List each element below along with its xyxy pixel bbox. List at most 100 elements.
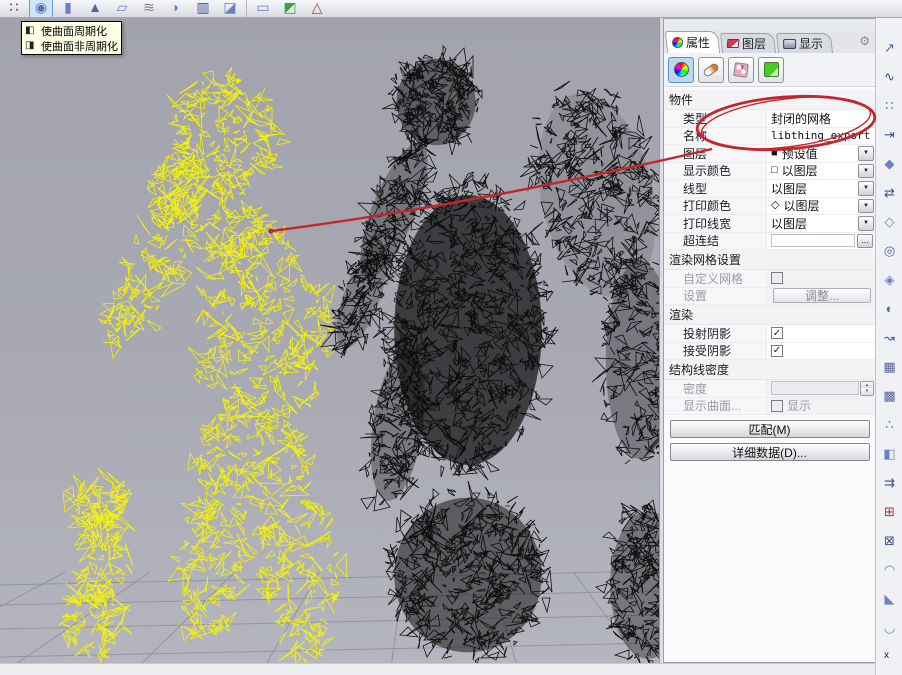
draft-angle-tool-icon[interactable]: △ — [305, 0, 329, 18]
print-width-combobox[interactable]: 以图层 — [766, 215, 857, 232]
dense-grid-tool-icon[interactable]: ▩ — [878, 384, 901, 407]
control-points-grid-tool-icon[interactable]: ∷ — [2, 0, 26, 18]
flip-surface-tool-icon[interactable]: ▱ — [110, 0, 134, 18]
row-display-color: 显示颜色 □ 以图层 ▼ — [664, 163, 875, 181]
adjust-button[interactable]: 调整... — [773, 288, 871, 303]
make-surface-periodic-icon: ◧ — [25, 25, 38, 36]
name-label: 名称 — [664, 128, 766, 145]
cast-shadows-checkbox[interactable]: ✓ — [771, 327, 783, 339]
blob-surface-tool-icon[interactable]: ◗ — [164, 0, 188, 18]
layer-color-swatch: ■ — [771, 148, 778, 159]
density-input[interactable] — [771, 381, 859, 395]
toolbar-close-icon[interactable]: x — [884, 650, 889, 661]
print-color-combobox[interactable]: ◇ 以图层 — [766, 198, 857, 215]
gear-icon[interactable]: ⚙ — [859, 34, 870, 48]
toolbar-separator — [246, 0, 247, 18]
sphere-points-tool-icon[interactable]: ◎ — [878, 239, 901, 262]
texture-mapping-view-button[interactable] — [728, 57, 754, 83]
row-settings: 设置 调整... — [664, 288, 875, 306]
bend-surface-tool-icon[interactable]: ◪ — [218, 0, 242, 18]
selected-mesh-yellow[interactable] — [59, 67, 347, 663]
diamond-surface-tool-icon[interactable]: ◇ — [878, 210, 901, 233]
object-properties-view-button[interactable] — [668, 57, 694, 83]
receive-shadows-checkbox[interactable]: ✓ — [771, 345, 783, 357]
plane-trim-tool-icon[interactable]: ◐ — [878, 297, 901, 320]
material-view-button[interactable] — [698, 57, 724, 83]
display-color-combobox[interactable]: □ 以图层 — [766, 163, 857, 180]
name-value[interactable]: libthing_export — [766, 128, 875, 145]
linked-frames-tool-icon[interactable]: ⊞ — [878, 500, 901, 523]
hyperlink-input[interactable] — [771, 234, 855, 247]
layer-dropdown-arrow[interactable]: ▼ — [858, 146, 874, 161]
notes-view-button[interactable] — [758, 57, 784, 83]
analysis-rainbow-tool-icon[interactable]: ◩ — [278, 0, 302, 18]
density-spinner[interactable]: ▴ ▾ — [860, 381, 874, 396]
section-render-mesh-label: 渲染网格设置 — [669, 251, 741, 268]
arrows-through-tool-icon[interactable]: ⇉ — [878, 471, 901, 494]
loft-surface-tool-icon[interactable]: ◣ — [878, 587, 901, 610]
stacked-panels-tool-icon[interactable]: ▥ — [191, 0, 215, 18]
tab-display[interactable]: 显示 — [776, 33, 833, 53]
match-button[interactable]: 匹配(M) — [670, 420, 870, 438]
row-print-width: 打印线宽 以图层 ▼ — [664, 215, 875, 233]
render-mesh-tool-icon[interactable]: ≋ — [137, 0, 161, 18]
extend-surface-tool-icon[interactable]: ⇥ — [878, 123, 901, 146]
curve-edit-tool-icon[interactable]: ∿ — [878, 65, 901, 88]
dashed-plane-tool-icon[interactable]: ▭ — [251, 0, 275, 18]
display-color-dropdown-arrow[interactable]: ▼ — [858, 164, 874, 179]
sweep-surface-tool-icon[interactable]: ◡ — [878, 616, 901, 639]
cast-shadows-label: 投射阴影 — [664, 325, 766, 342]
custom-mesh-checkbox[interactable] — [771, 272, 783, 284]
perspective-viewport[interactable] — [0, 18, 659, 663]
right-toolbar: ↗ ∿ ∷ ⇥ ◆ ⇄ ◇ ◎ ◈ ◐ ↝ ▦ ▩ ∴ ◧ ⇉ ⊞ ⊠ ◠ ◣ ◡ x — [875, 18, 902, 675]
properties-tab-icon — [672, 37, 683, 48]
crossed-frame-tool-icon[interactable]: ⊠ — [878, 529, 901, 552]
settings-value: 调整... — [766, 288, 875, 305]
linetype-dropdown-arrow[interactable]: ▼ — [858, 181, 874, 196]
spinner-down-icon[interactable]: ▾ — [861, 388, 873, 395]
section-object: 物件 — [664, 90, 875, 110]
patch-points-tool-icon[interactable]: ▲ — [83, 0, 107, 18]
half-plane-tool-icon[interactable]: ◧ — [878, 442, 901, 465]
texture-icon — [733, 62, 749, 78]
status-bar — [0, 663, 875, 675]
duplicate-squares-tool-icon[interactable]: ∷ — [878, 94, 901, 117]
viewport-canvas[interactable] — [0, 18, 659, 663]
show-surface-value: 显示 — [766, 398, 875, 415]
details-button[interactable]: 详细数据(D)... — [670, 443, 870, 461]
curve-on-surface-tool-icon[interactable]: ↝ — [878, 326, 901, 349]
unselected-mesh-black[interactable] — [320, 46, 659, 663]
tab-properties[interactable]: 属性 — [665, 31, 720, 53]
grid-squares-tool-icon[interactable]: ▦ — [878, 355, 901, 378]
tab-layers[interactable]: 图层 — [720, 33, 776, 53]
layer-combobox[interactable]: ■ 预设值 — [766, 145, 857, 162]
show-surface-checkbox[interactable] — [771, 400, 783, 412]
extrude-tool-icon[interactable]: ◈ — [878, 268, 901, 291]
hyperlink-browse-button[interactable]: ... — [857, 234, 873, 248]
row-layer: 图层 ■ 预设值 ▼ — [664, 145, 875, 163]
print-width-dropdown-arrow[interactable]: ▼ — [858, 216, 874, 231]
point-cloud-tool-icon[interactable]: ∴ — [878, 413, 901, 436]
tab-display-label: 显示 — [799, 35, 823, 52]
row-show-surface: 显示曲面... 显示 — [664, 398, 875, 416]
tab-properties-label: 属性 — [686, 34, 710, 51]
display-tab-icon — [783, 39, 796, 49]
print-color-dropdown-arrow[interactable]: ▼ — [858, 199, 874, 214]
solid-box-tool-icon[interactable]: ◆ — [878, 152, 901, 175]
cylinder-surface-tool-icon[interactable]: ▮ — [56, 0, 80, 18]
flip-direction-tool-icon[interactable]: ⇄ — [878, 181, 901, 204]
arc-blend-tool-icon[interactable]: ◠ — [878, 558, 901, 581]
move-point-tool-icon[interactable]: ↗ — [878, 36, 901, 59]
periodic-surface-tool-icon[interactable]: ◉ — [29, 0, 53, 18]
density-label: 密度 — [664, 380, 766, 397]
linetype-combobox[interactable]: 以图层 — [766, 180, 857, 197]
receive-shadows-value: ✓ — [766, 343, 875, 360]
menu-item-make-nonperiodic[interactable]: ◨ 使曲面非周期化 — [25, 38, 118, 53]
menu-item-label: 使曲面周期化 — [41, 23, 107, 39]
print-width-value-text: 以图层 — [771, 215, 807, 232]
menu-item-make-periodic[interactable]: ◧ 使曲面周期化 — [25, 23, 118, 38]
properties-panel: 属性 图层 显示 ⚙ 物件 类型 封闭的网格 — [663, 18, 875, 663]
custom-mesh-label: 自定义网格 — [664, 270, 766, 287]
print-color-value-text: 以图层 — [783, 198, 819, 215]
panel-top-space — [664, 19, 875, 31]
